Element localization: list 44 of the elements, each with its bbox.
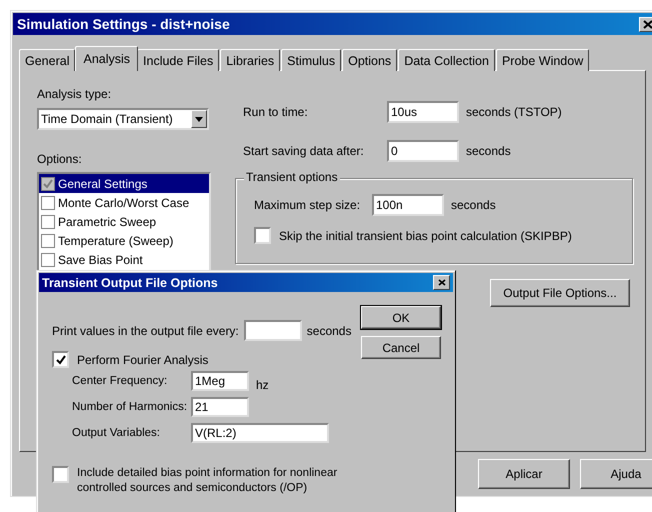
field-label: Center Frequency: <box>72 375 168 387</box>
input-field[interactable]: 100n <box>372 194 444 216</box>
field-label: Output Variables: <box>72 427 162 439</box>
tab[interactable]: Include Files <box>137 49 220 71</box>
checkbox-label: Perform Fourier Analysis <box>77 352 208 366</box>
window-title: Simulation Settings - dist+noise <box>17 16 230 32</box>
tab[interactable]: Probe Window <box>496 49 590 71</box>
input-field[interactable]: 1Meg <box>191 371 249 391</box>
input-field[interactable]: V(RL:2) <box>191 423 329 443</box>
unit-label: hz <box>256 378 269 392</box>
group-title: Transient options <box>244 170 340 184</box>
options-list-item[interactable]: Temperature (Sweep) <box>39 231 209 250</box>
analysis-type-label: Analysis type: <box>37 87 112 101</box>
options-list-item[interactable]: Save Bias Point <box>39 250 209 269</box>
tab[interactable]: Data Collection <box>398 49 495 71</box>
options-list-item[interactable]: Parametric Sweep <box>39 212 209 231</box>
dialog-button[interactable]: Ajuda <box>580 459 652 489</box>
tab[interactable]: Analysis <box>75 46 138 71</box>
field-label: Run to time: <box>243 105 309 119</box>
input-field[interactable]: 0 <box>387 140 459 162</box>
input-field[interactable]: 10us <box>387 101 459 123</box>
checkbox-label: Skip the initial transient bias point calculation (SKIPBP) <box>279 228 572 242</box>
input-field[interactable]: 21 <box>191 397 249 417</box>
options-list-item[interactable]: Monte Carlo/Worst Case <box>39 193 209 212</box>
unit-label: seconds <box>451 198 496 212</box>
dialog-button[interactable]: OK <box>361 306 441 329</box>
analysis-type-dropdown[interactable]: Time Domain (Transient) <box>37 108 209 130</box>
dialog-button[interactable]: Aplicar <box>478 459 570 489</box>
tab[interactable]: Libraries <box>220 49 280 71</box>
tab[interactable]: Stimulus <box>281 49 342 71</box>
dialog-button[interactable]: Cancel <box>361 336 441 359</box>
field-label: Maximum step size: <box>254 198 362 212</box>
tab[interactable]: General <box>19 49 76 71</box>
field-label: Number of Harmonics: <box>72 401 188 413</box>
unit-label: seconds <box>306 324 352 338</box>
window-title: Transient Output File Options <box>42 276 218 290</box>
output-file-options-button[interactable]: Output File Options... <box>490 279 630 307</box>
unit-label: seconds (TSTOP) <box>466 105 562 119</box>
tab[interactable]: Options <box>342 49 398 71</box>
field-label: Start saving data after: <box>243 144 365 158</box>
field-label: Print values in the output file every: <box>52 324 239 338</box>
options-label: Options: <box>37 152 82 166</box>
checkbox-label: Include detailed bias point information for nonlinear controlled sources and semiconductors (/OP) <box>77 466 338 496</box>
unit-label: seconds <box>466 144 511 158</box>
